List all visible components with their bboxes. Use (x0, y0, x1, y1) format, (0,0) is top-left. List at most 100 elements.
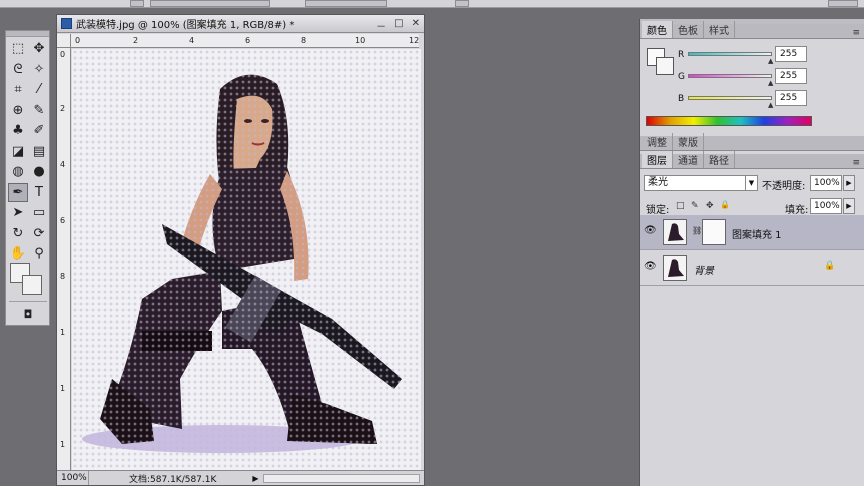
option-button[interactable] (455, 0, 469, 7)
tab-channels[interactable]: 通道 (673, 151, 704, 168)
green-slider-thumb-icon[interactable]: ▲ (768, 79, 773, 87)
window-controls: － □ ✕ (376, 18, 420, 33)
crop-tool[interactable]: ⌗ (8, 80, 28, 99)
eye-icon[interactable]: 👁 (644, 261, 657, 272)
window-button[interactable] (828, 0, 858, 7)
healing-tool[interactable]: ⊕ (8, 101, 28, 120)
path-select-tool[interactable]: ➤ (8, 203, 28, 222)
image-canvas[interactable] (72, 49, 421, 471)
document-title-bar[interactable]: 武装模特.jpg @ 100% (图案填充 1, RGB/8#) * － □ ✕ (57, 15, 424, 33)
blur-tool[interactable]: ◍ (8, 162, 28, 181)
horizontal-ruler[interactable]: 0 2 4 6 8 10 12 (71, 34, 419, 48)
blend-mode-select[interactable]: 柔光 ▼ (644, 175, 758, 191)
blend-mode-value: 柔光 (648, 177, 668, 188)
tab-layers[interactable]: 图层 (642, 151, 673, 168)
option-button-group[interactable] (150, 0, 270, 7)
layer-thumbnail (663, 219, 687, 245)
color-spectrum-bar[interactable] (646, 116, 812, 126)
status-menu-arrow-icon[interactable]: ▶ (252, 474, 258, 483)
tab-swatches[interactable]: 色板 (673, 21, 704, 38)
panel-menu-icon[interactable]: ≡ (852, 28, 860, 38)
layer-name[interactable]: 背景 (694, 262, 714, 277)
brush-tool[interactable]: ✎ (29, 101, 49, 120)
background-color-swatch[interactable] (22, 275, 42, 295)
zoom-tool[interactable]: ⚲ (29, 244, 49, 263)
red-value-field[interactable]: 255 (775, 46, 807, 62)
fill-field[interactable]: 100% (810, 198, 842, 214)
eyedropper-tool[interactable]: ⁄ (29, 80, 49, 99)
option-button[interactable] (130, 0, 144, 7)
document-status-bar: 100% 文档:587.1K/587.1K ▶ (57, 470, 424, 485)
ruler-label: 4 (189, 36, 195, 45)
ruler-label: 6 (60, 216, 66, 225)
eraser-tool[interactable]: ◪ (8, 142, 28, 161)
horizontal-scrollbar[interactable] (262, 473, 420, 483)
ruler-label: 8 (301, 36, 307, 45)
green-slider[interactable] (688, 74, 772, 78)
close-icon[interactable]: ✕ (412, 18, 420, 33)
ruler-corner[interactable] (57, 34, 71, 48)
document-size-info: 文档:587.1K/587.1K (129, 474, 217, 485)
stamp-tool[interactable]: ♣ (8, 121, 28, 140)
lock-all-icon[interactable]: 🔒 (720, 200, 730, 209)
toolbox-grip[interactable] (6, 31, 49, 37)
type-tool[interactable]: T (29, 183, 49, 202)
red-slider-thumb-icon[interactable]: ▲ (768, 57, 773, 65)
tab-adjustments[interactable]: 调整 (642, 133, 673, 150)
vertical-ruler[interactable]: 0 2 4 6 8 1 1 1 (57, 48, 71, 470)
tab-masks[interactable]: 蒙版 (673, 133, 704, 150)
chevron-down-icon[interactable]: ▼ (745, 176, 757, 190)
tab-styles[interactable]: 样式 (704, 21, 735, 38)
opacity-slider-button[interactable]: ▶ (843, 175, 855, 191)
document-window: 武装模特.jpg @ 100% (图案填充 1, RGB/8#) * － □ ✕… (56, 14, 425, 486)
green-value-field[interactable]: 255 (775, 68, 807, 84)
lock-transparent-icon[interactable]: □ (676, 201, 685, 211)
magic-wand-tool[interactable]: ✧ (29, 60, 49, 79)
history-brush-tool[interactable]: ✐ (29, 121, 49, 140)
3d-rotate-tool[interactable]: ↻ (8, 224, 28, 243)
tab-color[interactable]: 颜色 (642, 21, 673, 38)
ruler-label: 1 (60, 440, 66, 449)
gradient-tool[interactable]: ▤ (29, 142, 49, 161)
eye-icon[interactable]: 👁 (644, 225, 657, 236)
layers-panel-menu-icon[interactable]: ≡ (852, 158, 860, 168)
option-checkbox[interactable] (305, 0, 387, 7)
move-tool[interactable]: ✥ (29, 39, 49, 58)
opacity-field[interactable]: 100% (810, 175, 842, 191)
layer-name[interactable]: 图案填充 1 (732, 226, 782, 241)
layer-mask-thumbnail[interactable] (702, 219, 726, 245)
ruler-label: 2 (60, 104, 66, 113)
ruler-label: 8 (60, 272, 66, 281)
tools-panel: ⬚ ✥ ᘓ ✧ ⌗ ⁄ ⊕ ✎ ♣ ✐ ◪ ▤ ◍ ● ✒ T ➤ ▭ ↻ ⟳ ✋ ⚲ ◘ (5, 30, 50, 326)
maximize-icon[interactable]: □ (394, 18, 403, 33)
minimize-icon[interactable]: － (376, 18, 386, 33)
fill-slider-button[interactable]: ▶ (843, 198, 855, 214)
marquee-tool[interactable]: ⬚ (8, 39, 28, 58)
lock-position-icon[interactable]: ✥ (706, 201, 714, 211)
ruler-label: 4 (60, 160, 66, 169)
lock-image-icon[interactable]: ✎ (691, 201, 699, 211)
pen-tool[interactable]: ✒ (8, 182, 28, 202)
tab-paths[interactable]: 路径 (704, 151, 735, 168)
toolbox-divider (9, 301, 47, 302)
layer-row-pattern-fill[interactable]: 👁 ⛓ 图案填充 1 (640, 215, 864, 250)
blue-slider-thumb-icon[interactable]: ▲ (768, 101, 773, 109)
blue-value-field[interactable]: 255 (775, 90, 807, 106)
hand-tool[interactable]: ✋ (8, 244, 28, 263)
red-slider[interactable] (688, 52, 772, 56)
lasso-tool[interactable]: ᘓ (8, 60, 28, 79)
chain-link-icon[interactable]: ⛓ (692, 226, 702, 235)
3d-orbit-tool[interactable]: ⟳ (29, 224, 49, 243)
ruler-label: 0 (60, 50, 66, 59)
blue-slider[interactable] (688, 96, 772, 100)
color-panel-tabs: 颜色 色板 样式 ≡ (640, 21, 864, 39)
lock-label: 锁定: (646, 205, 670, 216)
color-background-swatch[interactable] (656, 57, 674, 75)
zoom-level[interactable]: 100% (57, 471, 89, 485)
shape-tool[interactable]: ▭ (29, 203, 49, 222)
layer-row-background[interactable]: 👁 背景 🔒 (640, 251, 864, 286)
dodge-tool[interactable]: ● (29, 162, 49, 181)
ruler-label: 0 (75, 36, 81, 45)
ruler-label: 1 (60, 384, 66, 393)
quick-mask-button[interactable]: ◘ (18, 305, 38, 324)
